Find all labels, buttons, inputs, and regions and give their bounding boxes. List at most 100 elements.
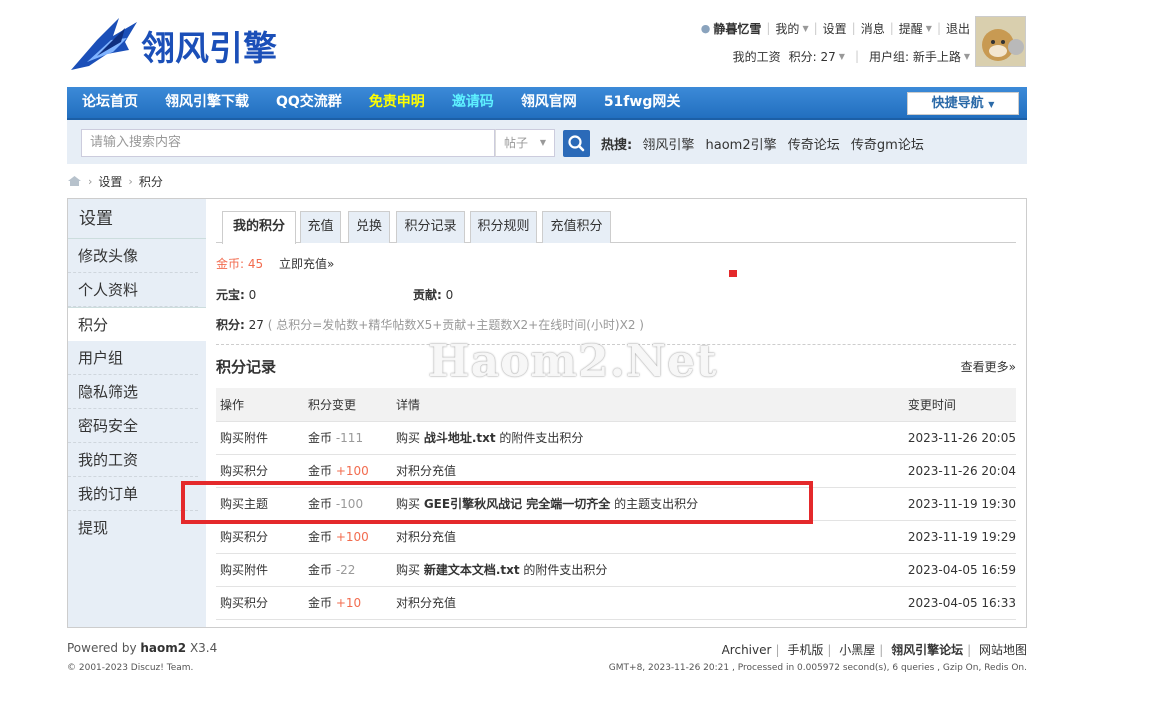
chevron-down-icon: ▼ bbox=[988, 100, 995, 109]
row-detail: 购买 新建文本文档.txt 的附件支出积分 bbox=[392, 553, 904, 587]
sidebar-item-privacy[interactable]: 隐私筛选 bbox=[68, 375, 198, 409]
footer-link-forum[interactable]: 翎风引擎论坛 bbox=[891, 643, 963, 657]
recharge-link[interactable]: 立即充值» bbox=[279, 257, 334, 271]
search-input[interactable]: 请输入搜索内容 bbox=[81, 129, 495, 157]
total-credits-value: 27 bbox=[248, 318, 264, 332]
annotation-dot bbox=[729, 270, 737, 277]
row-time: 2023-04-05 16:59 bbox=[903, 553, 1016, 587]
total-credits-line: 积分: 27 ( 总积分=发帖数+精华帖数X5+贡献+主题数X2+在线时间(小时… bbox=[216, 318, 644, 332]
nav-item-official[interactable]: 翎风官网 bbox=[506, 86, 589, 119]
table-row: 购买积分 金币 +100 对积分充值 2023-11-19 19:29 bbox=[216, 520, 1016, 554]
row-change: 金币 -22 bbox=[304, 553, 392, 587]
salary-link[interactable]: 我的工资 bbox=[733, 48, 781, 65]
logout-link[interactable]: 退出 bbox=[946, 20, 970, 37]
gold-label: 金币: bbox=[216, 257, 245, 271]
powered-by: Powered by haom2 X3.4 bbox=[67, 641, 218, 655]
tab-recharge[interactable]: 充值 bbox=[300, 211, 341, 243]
row-op: 购买附件 bbox=[216, 553, 304, 587]
logo-wing-icon: 翎风引擎 bbox=[71, 18, 277, 70]
user-bar: ● 静暮忆雪 | 我的 ▼ | 设置 | 消息 | 提醒 ▼ | 退出 我的工资 积… bbox=[700, 20, 970, 65]
notifications-link[interactable]: 提醒 bbox=[899, 20, 923, 37]
footer-link-blackroom[interactable]: 小黑屋 bbox=[839, 643, 875, 657]
sidebar-item-orders[interactable]: 我的订单 bbox=[68, 477, 198, 511]
username-link[interactable]: 静暮忆雪 bbox=[713, 20, 761, 37]
hot-keyword[interactable]: 翎风引擎 bbox=[642, 138, 694, 153]
settings-link[interactable]: 设置 bbox=[823, 20, 847, 37]
sidebar-item-profile[interactable]: 个人资料 bbox=[68, 273, 198, 307]
server-info: GMT+8, 2023-11-26 20:21 , Processed in 0… bbox=[608, 663, 1027, 673]
tab-credit-log[interactable]: 积分记录 bbox=[396, 211, 465, 243]
nav-item-download[interactable]: 翎风引擎下载 bbox=[150, 86, 261, 119]
tab-exchange[interactable]: 兑换 bbox=[348, 211, 390, 243]
row-time: 2023-11-26 20:05 bbox=[903, 421, 1016, 455]
nav-item-invite[interactable]: 邀请码 bbox=[437, 86, 506, 119]
yuanbao-line: 元宝: 0 bbox=[216, 288, 257, 302]
credits-main: 我的积分 充值 兑换 积分记录 积分规则 充值积分 金币: 45 立即充值» 元… bbox=[216, 211, 1016, 620]
sidebar-item-credits[interactable]: 积分 bbox=[68, 307, 206, 341]
footer-links: Archiver | 手机版 | 小黑屋 | 翎风引擎论坛 | 网站地图 bbox=[721, 643, 1027, 657]
my-link[interactable]: 我的 bbox=[775, 20, 799, 37]
header-change: 积分变更 bbox=[304, 388, 392, 422]
row-detail: 对积分充值 bbox=[392, 520, 904, 554]
footer-link-mobile[interactable]: 手机版 bbox=[787, 643, 823, 657]
nav-item-gateway[interactable]: 51fwg网关 bbox=[589, 86, 693, 119]
row-op: 购买积分 bbox=[216, 520, 304, 554]
row-time: 2023-11-19 19:30 bbox=[903, 487, 1016, 521]
nav-item-disclaimer[interactable]: 免责申明 bbox=[354, 86, 437, 119]
row-op: 购买积分 bbox=[216, 586, 304, 620]
row-detail-link[interactable]: 战斗地址.txt bbox=[424, 431, 496, 445]
settings-sidebar: 设置 修改头像 个人资料 积分 用户组 隐私筛选 密码安全 我的工资 我的订单 … bbox=[68, 199, 206, 627]
main-nav: 论坛首页 翎风引擎下载 QQ交流群 免责申明 邀请码 翎风官网 51fwg网关 … bbox=[67, 87, 1027, 120]
view-more-link[interactable]: 查看更多» bbox=[961, 358, 1016, 375]
breadcrumb-settings[interactable]: 设置 bbox=[98, 173, 122, 190]
usergroup-link[interactable]: 用户组: 新手上路 bbox=[869, 48, 961, 65]
user-icon: ● bbox=[700, 21, 711, 35]
chevron-down-icon[interactable]: ▼ bbox=[926, 24, 932, 33]
sidebar-item-avatar[interactable]: 修改头像 bbox=[68, 239, 198, 273]
footer-link-archiver[interactable]: Archiver bbox=[722, 643, 772, 657]
credits-formula: ( 总积分=发帖数+精华帖数X5+贡献+主题数X2+在线时间(小时)X2 ) bbox=[267, 318, 644, 332]
highlight-box bbox=[181, 481, 813, 524]
tab-credit-rules[interactable]: 积分规则 bbox=[470, 211, 537, 243]
header-detail: 详情 bbox=[392, 388, 904, 422]
footer-link-sitemap[interactable]: 网站地图 bbox=[979, 643, 1027, 657]
header-op: 操作 bbox=[216, 388, 304, 422]
sidebar-item-usergroup[interactable]: 用户组 bbox=[68, 341, 198, 375]
contrib-value: 0 bbox=[445, 288, 454, 302]
home-icon[interactable] bbox=[67, 175, 82, 187]
nav-item-home[interactable]: 论坛首页 bbox=[67, 86, 150, 119]
messages-link[interactable]: 消息 bbox=[861, 20, 885, 37]
sidebar-title: 设置 bbox=[68, 199, 206, 239]
hot-keyword[interactable]: 传奇论坛 bbox=[788, 138, 840, 153]
hot-keyword[interactable]: 传奇gm论坛 bbox=[851, 138, 924, 153]
quick-nav-button[interactable]: 快捷导航 ▼ bbox=[907, 92, 1019, 115]
chevron-down-icon[interactable]: ▼ bbox=[839, 52, 845, 61]
powered-name-link[interactable]: haom2 bbox=[140, 641, 186, 655]
credits-link[interactable]: 积分: 27 bbox=[789, 48, 836, 65]
search-button[interactable] bbox=[563, 130, 590, 157]
table-header-row: 操作 积分变更 详情 变更时间 bbox=[216, 388, 1016, 422]
avatar[interactable] bbox=[975, 16, 1026, 67]
watermark: Haom2.Net bbox=[428, 336, 718, 387]
row-change: 金币 +10 bbox=[304, 586, 392, 620]
contrib-line: 贡献: 0 bbox=[413, 288, 454, 302]
chevron-down-icon[interactable]: ▼ bbox=[802, 24, 808, 33]
sidebar-item-salary[interactable]: 我的工资 bbox=[68, 443, 198, 477]
hot-search-label: 热搜: bbox=[601, 138, 633, 153]
sidebar-item-withdraw[interactable]: 提现 bbox=[68, 511, 198, 545]
sidebar-item-password[interactable]: 密码安全 bbox=[68, 409, 198, 443]
tab-my-credits[interactable]: 我的积分 bbox=[222, 211, 296, 244]
search-type-select[interactable]: 帖子 ▼ bbox=[495, 129, 555, 157]
nav-item-qq[interactable]: QQ交流群 bbox=[261, 86, 354, 119]
row-detail-link[interactable]: 新建文本文档.txt bbox=[424, 563, 520, 577]
content-box: 设置 修改头像 个人资料 积分 用户组 隐私筛选 密码安全 我的工资 我的订单 … bbox=[67, 198, 1027, 628]
tab-recharge-credits[interactable]: 充值积分 bbox=[542, 211, 611, 243]
chevron-down-icon[interactable]: ▼ bbox=[964, 52, 970, 61]
site-logo[interactable]: 翎风引擎 bbox=[67, 10, 307, 76]
row-change: 金币 +100 bbox=[304, 520, 392, 554]
row-op: 购买附件 bbox=[216, 421, 304, 455]
row-time: 2023-11-19 19:29 bbox=[903, 520, 1016, 554]
hot-keyword[interactable]: haom2引擎 bbox=[706, 138, 777, 153]
search-icon bbox=[568, 135, 585, 152]
table-row: 购买积分 金币 +10 对积分充值 2023-04-05 16:33 bbox=[216, 586, 1016, 620]
